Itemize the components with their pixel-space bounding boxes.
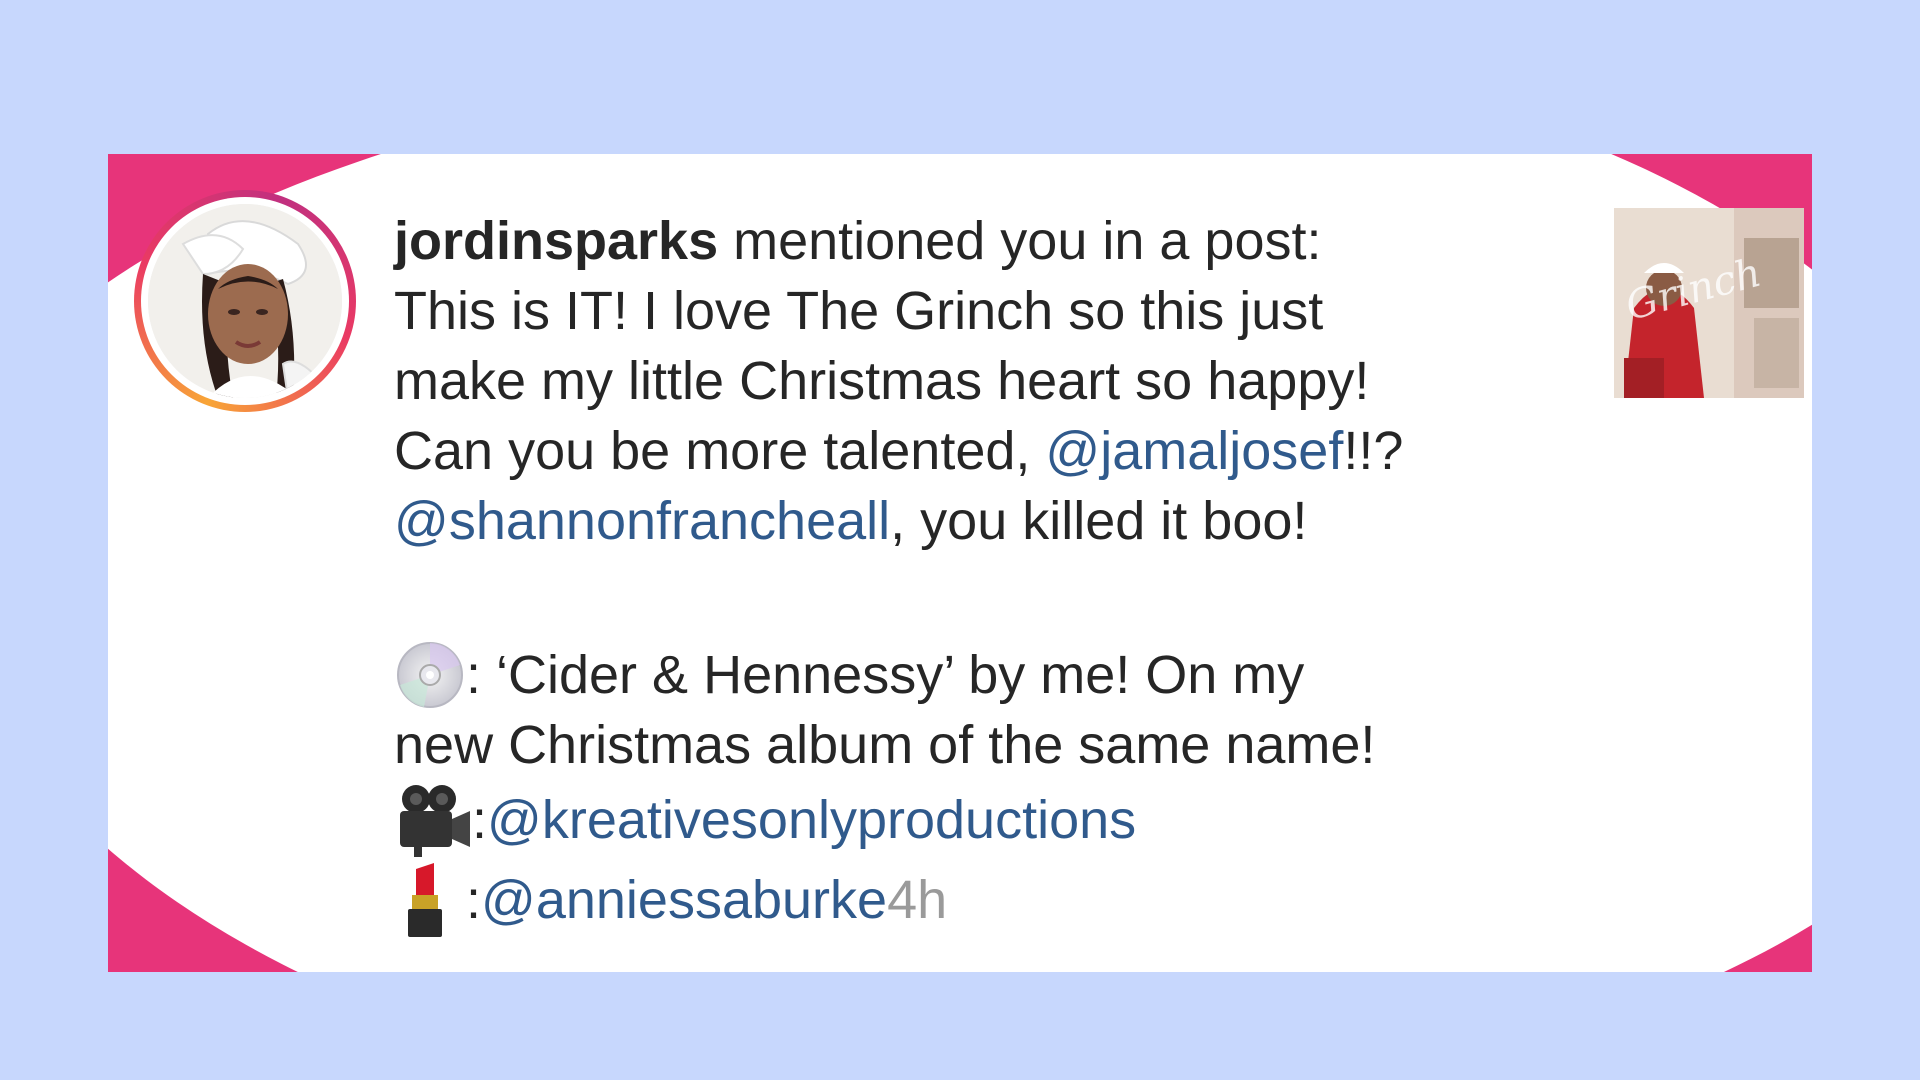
camera-line: : @kreativesonlyproductions	[394, 780, 1644, 860]
timestamp: 4h	[887, 870, 948, 930]
caption-line-2: make my little Christmas heart so happy!	[394, 351, 1370, 411]
mention-shannonfrancheall[interactable]: @shannonfrancheall	[394, 491, 890, 551]
cd-icon	[397, 642, 463, 708]
post-thumbnail[interactable]: Grinch	[1614, 208, 1804, 398]
mention-anniessaburke[interactable]: @anniessaburke	[481, 865, 887, 935]
action-text: mentioned you in a post:	[718, 211, 1322, 271]
movie-camera-icon	[400, 785, 470, 857]
username-link[interactable]: jordinsparks	[394, 211, 718, 271]
story-ring[interactable]	[134, 190, 356, 412]
caption-line-1: This is IT! I love The Grinch so this ju…	[394, 281, 1324, 341]
post-thumbnail-image: Grinch	[1614, 208, 1804, 398]
notification-card[interactable]: jordinsparks mentioned you in a post: Th…	[108, 154, 1812, 972]
caption-line-4: @shannonfrancheall, you killed it boo!	[394, 491, 1308, 551]
music-line: : ‘Cider & Hennessy’ by me! On my	[394, 640, 1644, 710]
mention-jamaljosef[interactable]: @jamaljosef	[1045, 421, 1343, 481]
notification-text: jordinsparks mentioned you in a post: Th…	[394, 206, 1644, 940]
mention-kreativesonlyproductions[interactable]: @kreativesonlyproductions	[487, 785, 1136, 855]
music-line-2: new Christmas album of the same name!	[394, 715, 1376, 775]
avatar-photo-icon	[148, 204, 342, 398]
avatar[interactable]	[148, 204, 342, 398]
header-line: jordinsparks mentioned you in a post:	[394, 206, 1644, 276]
caption-line-3: Can you be more talented, @jamaljosef!!?	[394, 421, 1404, 481]
lipstick-line: : @anniessaburke 4h	[394, 860, 1644, 940]
lipstick-icon	[408, 863, 442, 937]
